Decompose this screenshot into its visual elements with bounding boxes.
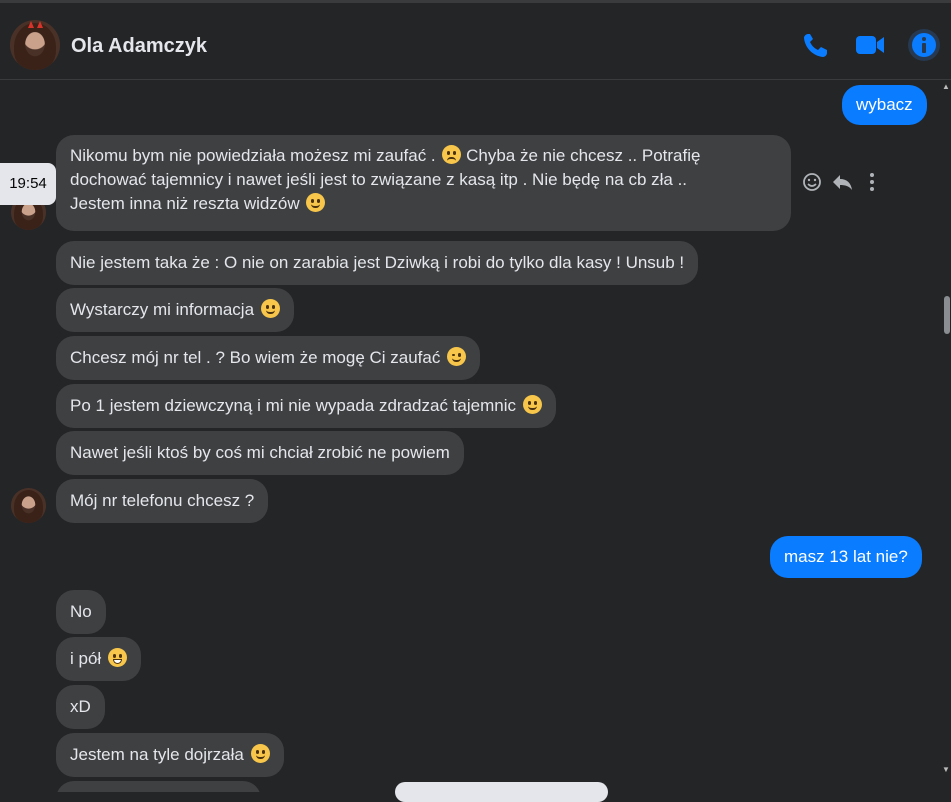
phone-icon[interactable] (799, 28, 833, 62)
message-incoming[interactable]: i pół (56, 637, 141, 681)
message-text: Chyba że nie chcesz .. Potrafię (466, 146, 701, 165)
smiling-face-emoji (522, 395, 542, 414)
message-list[interactable]: wybacz Nikomu bym nie powiedziała możesz… (0, 80, 940, 792)
message-incoming[interactable]: Nikomu bym nie powiedziała możesz mi zau… (56, 135, 791, 231)
scroll-down-arrow-icon[interactable]: ▼ (941, 765, 951, 775)
message-incoming-partial[interactable] (56, 781, 261, 792)
message-incoming[interactable]: Wystarczy mi informacja (56, 288, 294, 332)
reply-icon[interactable] (830, 171, 854, 198)
conversation-header: Ola Adamczyk (0, 3, 951, 80)
message-incoming[interactable]: Chcesz mój nr tel . ? Bo wiem że mogę Ci… (56, 336, 481, 380)
message-incoming[interactable]: xD (56, 685, 105, 729)
message-incoming[interactable]: Po 1 jestem dziewczyną i mi nie wypada z… (56, 384, 556, 428)
scroll-to-bottom-button[interactable] (395, 782, 608, 802)
message-incoming[interactable]: Nawet jeśli ktoś by coś mi chciał zrobić… (56, 431, 464, 475)
contact-avatar[interactable] (10, 20, 60, 70)
message-text: dochować tajemnicy i nawet jeśli jest to… (70, 170, 688, 189)
message-text: Jestem inna niż reszta widzów (70, 194, 300, 213)
frowning-face-emoji (442, 145, 462, 164)
smiling-face-emoji (260, 299, 280, 318)
scrollbar-thumb[interactable] (944, 296, 950, 334)
info-icon[interactable] (907, 28, 941, 62)
message-incoming[interactable]: Jestem na tyle dojrzała (56, 733, 284, 777)
contact-name[interactable]: Ola Adamczyk (71, 35, 207, 58)
sender-avatar[interactable] (11, 488, 46, 523)
react-icon[interactable] (801, 171, 823, 198)
message-outgoing[interactable]: wybacz (842, 85, 927, 125)
message-text: Nikomu bym nie powiedziała możesz mi zau… (70, 146, 436, 165)
video-camera-icon[interactable] (853, 28, 887, 62)
winking-face-emoji (447, 347, 467, 366)
message-incoming[interactable]: Mój nr telefonu chcesz ? (56, 479, 269, 523)
message-incoming[interactable]: No (56, 590, 106, 634)
message-incoming[interactable]: Nie jestem taka że : O nie on zarabia je… (56, 241, 699, 285)
scroll-up-arrow-icon[interactable]: ▲ (941, 82, 951, 92)
smiling-face-emoji (306, 193, 326, 212)
more-icon[interactable] (865, 171, 879, 198)
message-outgoing[interactable]: masz 13 lat nie? (770, 536, 922, 578)
smiling-face-emoji (250, 744, 270, 763)
message-timestamp: 19:54 (0, 163, 56, 205)
grinning-face-emoji (107, 648, 127, 667)
scrollbar-track[interactable] (940, 80, 951, 792)
